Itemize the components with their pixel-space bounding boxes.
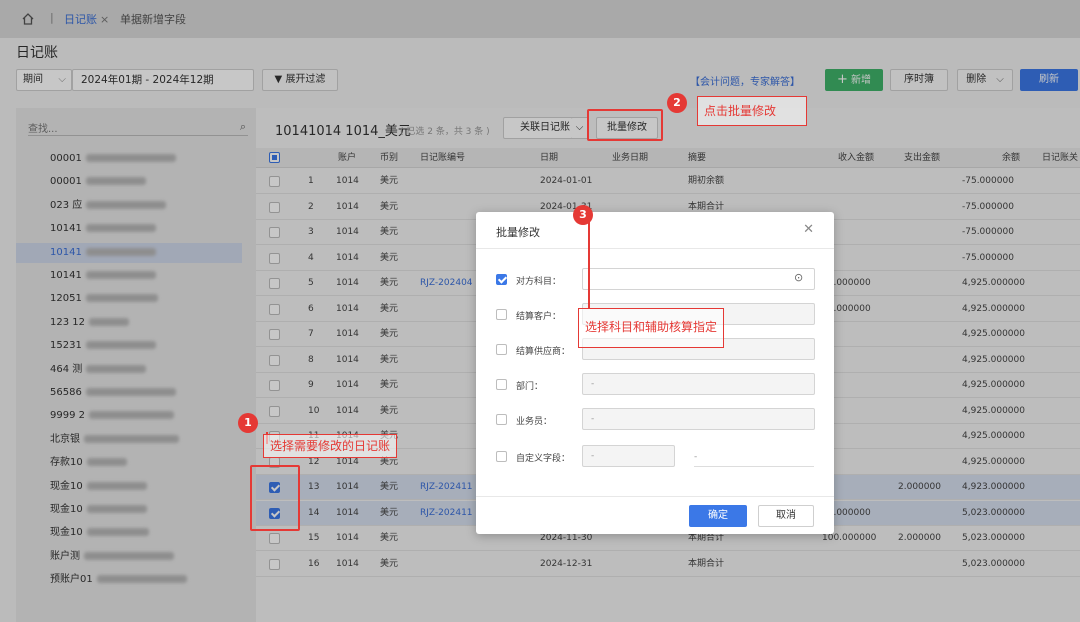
confirm-button[interactable]: 确定 <box>689 505 747 527</box>
divider <box>476 496 834 497</box>
annotation-text-2: 点击批量修改 <box>697 96 807 126</box>
field-input[interactable]: - <box>582 408 815 430</box>
annotation-box-selected-rows <box>250 465 300 531</box>
field-checkbox[interactable] <box>496 414 507 425</box>
dialog-title: 批量修改 <box>496 226 540 239</box>
custom-field-value-input[interactable]: - <box>694 447 814 467</box>
field-label: 结算供应商： <box>516 347 571 357</box>
more-options-icon[interactable]: ⊙ <box>794 271 803 284</box>
field-label: 结算客户： <box>516 312 562 322</box>
annotation-badge-1: 1 <box>238 413 258 433</box>
field-checkbox[interactable] <box>496 344 507 355</box>
field-label: 业务员： <box>516 417 553 427</box>
field-label: 部门： <box>516 382 544 392</box>
annotation-badge-2: 2 <box>667 93 687 113</box>
field-checkbox[interactable] <box>496 379 507 390</box>
divider <box>476 248 834 249</box>
annotation-connector <box>588 222 590 308</box>
annotation-box-batch-edit <box>587 109 663 141</box>
annotation-badge-3: 3 <box>573 205 593 225</box>
annotation-text-3: 选择科目和辅助核算指定 <box>578 308 725 348</box>
annotation-text-1: 选择需要修改的日记账 <box>263 434 398 458</box>
field-checkbox[interactable] <box>496 309 507 320</box>
field-checkbox[interactable] <box>496 274 507 285</box>
batch-edit-dialog: 批量修改 ✕ 对方科目： ⊙ 结算客户： 结算供应商： 部门： - 业务员： - 自定义字段： -… <box>476 212 834 534</box>
field-input[interactable]: - <box>582 445 675 467</box>
field-label: 自定义字段： <box>516 454 571 464</box>
cancel-button[interactable]: 取消 <box>758 505 814 527</box>
field-input[interactable]: - <box>582 373 815 395</box>
close-icon[interactable]: ✕ <box>803 222 814 237</box>
field-input[interactable] <box>582 268 815 290</box>
field-checkbox[interactable] <box>496 451 507 462</box>
field-label: 对方科目： <box>516 277 562 287</box>
